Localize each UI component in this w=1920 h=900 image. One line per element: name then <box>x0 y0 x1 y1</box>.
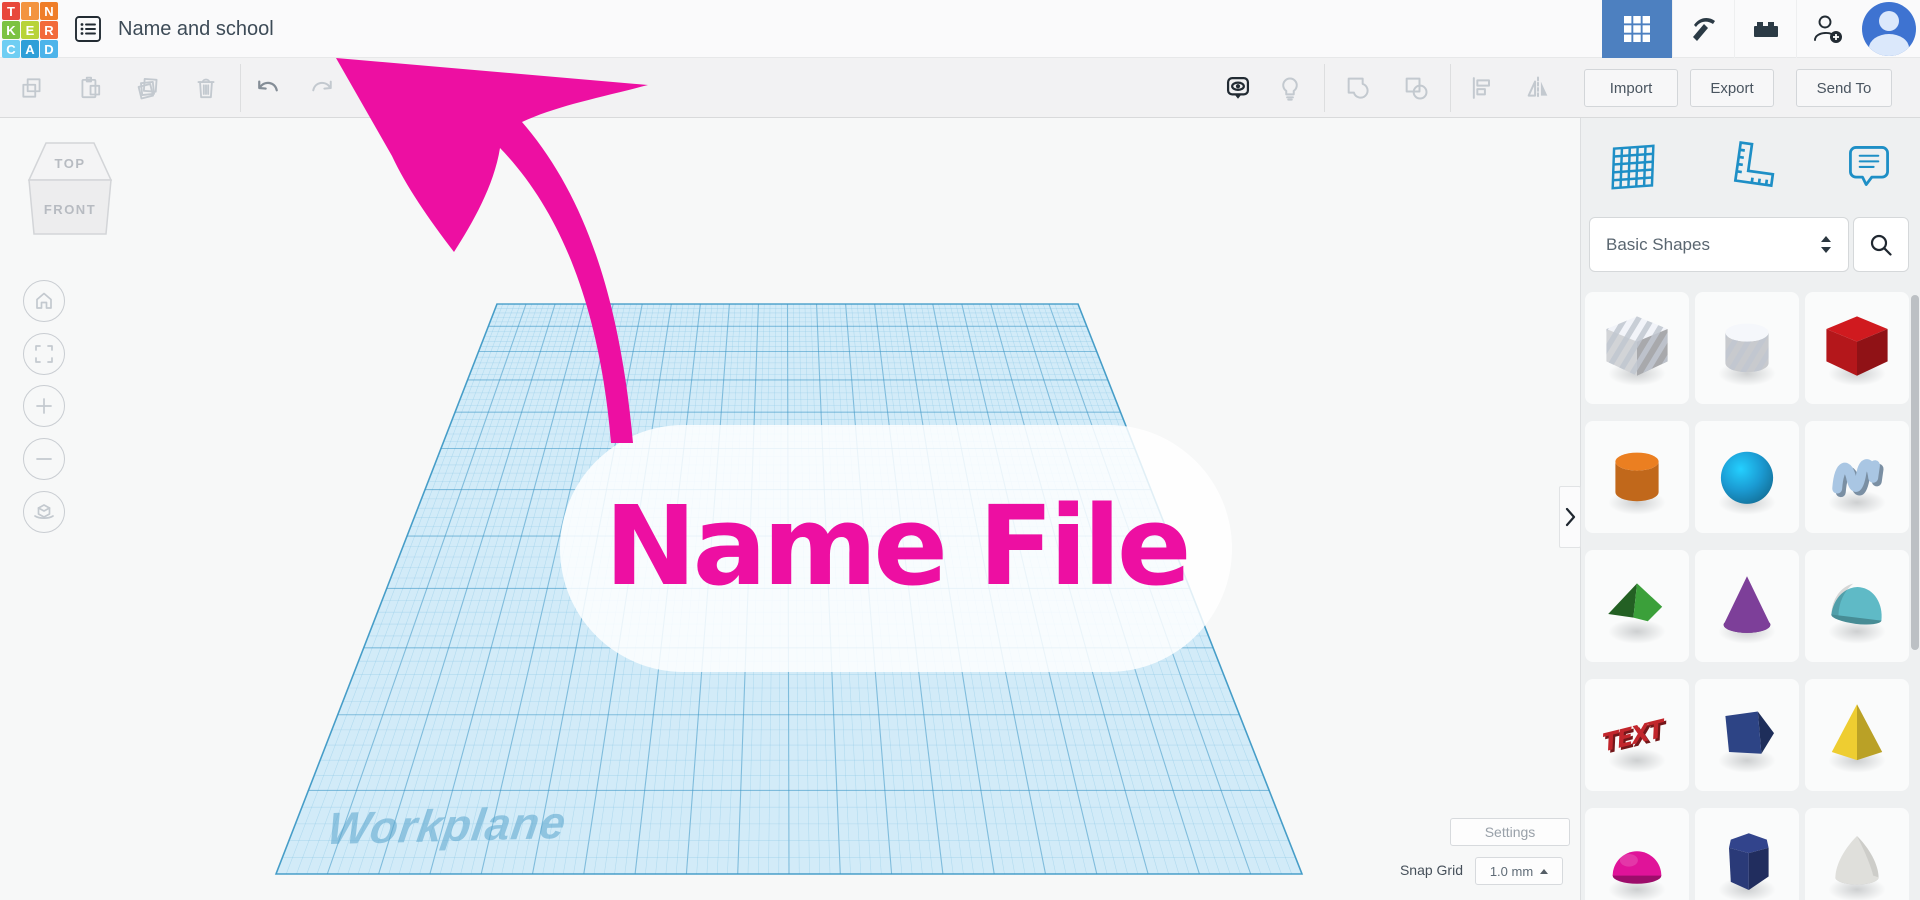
ruler-tool-icon <box>1722 137 1780 195</box>
paste-icon <box>77 75 103 101</box>
shape-tile-paraboloid[interactable] <box>1805 808 1909 900</box>
workplane-tool-button[interactable] <box>1603 136 1663 196</box>
workplane-label: Workplane <box>324 797 570 855</box>
logo-tile-R: R <box>40 21 58 39</box>
snap-grid-value: 1.0 mm <box>1490 864 1533 879</box>
ungroup-icon <box>1402 74 1430 102</box>
logo-tile-C: C <box>2 40 20 58</box>
invite-person-icon <box>1811 12 1845 46</box>
minecraft-button[interactable] <box>1672 0 1734 58</box>
design-properties-button[interactable] <box>72 13 104 45</box>
collapse-panel-button[interactable] <box>1559 486 1581 548</box>
edit-toolbar: Import Export Send To <box>0 58 1920 118</box>
toolbar-separator <box>240 64 241 112</box>
import-button[interactable]: Import <box>1584 69 1678 107</box>
search-icon <box>1868 232 1894 258</box>
shape-tile-cylinder[interactable] <box>1585 421 1689 533</box>
account-menu[interactable] <box>1858 0 1920 58</box>
ungroup-button[interactable] <box>1394 66 1438 110</box>
mirror-icon <box>1524 74 1552 102</box>
undo-button[interactable] <box>246 66 290 110</box>
group-button[interactable] <box>1336 66 1380 110</box>
header-bar: TIN KER CAD Name and school <box>0 0 1920 58</box>
search-shapes-button[interactable] <box>1853 217 1909 272</box>
toolbar-separator <box>1450 64 1451 112</box>
delete-icon <box>193 75 219 101</box>
toolbar-separator <box>1324 64 1325 112</box>
mirror-button[interactable] <box>1516 66 1560 110</box>
send-to-button[interactable]: Send To <box>1796 69 1892 107</box>
shape-category-value: Basic Shapes <box>1606 235 1820 255</box>
settings-button[interactable]: Settings <box>1450 818 1570 846</box>
caret-up-icon <box>1540 869 1548 874</box>
shape-tile-sphere[interactable] <box>1695 421 1799 533</box>
header-actions <box>1602 0 1920 58</box>
notes-visibility-icon <box>1224 74 1252 102</box>
design-title[interactable]: Name and school <box>118 0 274 58</box>
copy-button[interactable] <box>10 66 54 110</box>
shape-tile-pyramid[interactable] <box>1805 679 1909 791</box>
annotation-text: Name File <box>605 482 1188 616</box>
shape-tile-box[interactable] <box>1805 292 1909 404</box>
group-icon <box>1344 74 1372 102</box>
shape-tile-text[interactable]: TEXT TEXT <box>1585 679 1689 791</box>
shape-category-select[interactable]: Basic Shapes <box>1589 217 1849 272</box>
minecraft-pickaxe-icon <box>1688 13 1720 45</box>
shape-tile-polygon[interactable] <box>1695 808 1799 900</box>
apps-grid-button[interactable] <box>1602 0 1672 58</box>
brick-icon <box>1750 13 1782 45</box>
design-properties-icon <box>73 14 103 44</box>
logo-tile-K: K <box>2 21 20 39</box>
chevron-right-icon <box>1563 506 1577 528</box>
annotation-callout: Name File <box>560 425 1232 672</box>
copy-icon <box>19 75 45 101</box>
delete-button[interactable] <box>184 66 228 110</box>
shape-tile-box-hole[interactable] <box>1585 292 1689 404</box>
align-button[interactable] <box>1460 66 1504 110</box>
logo-tile-N: N <box>40 2 58 20</box>
brick-button[interactable] <box>1734 0 1796 58</box>
shape-gallery: TEXT TEXT <box>1585 292 1911 900</box>
show-notes-button[interactable] <box>1216 66 1260 110</box>
panel-scrollbar <box>1911 118 1919 900</box>
shape-tile-cylinder-hole[interactable] <box>1695 292 1799 404</box>
logo-tile-D: D <box>40 40 58 58</box>
shape-tile-cone[interactable] <box>1695 550 1799 662</box>
avatar <box>1862 2 1916 56</box>
workplane-tool-icon <box>1604 137 1662 195</box>
ruler-tool-button[interactable] <box>1721 136 1781 196</box>
apps-grid-icon <box>1622 14 1652 44</box>
shape-tile-roof[interactable] <box>1585 550 1689 662</box>
tinkercad-editor: TIN KER CAD Name and school <box>0 0 1920 900</box>
logo-tile-A: A <box>21 40 39 58</box>
notes-tool-icon <box>1843 140 1895 192</box>
undo-icon <box>254 74 282 102</box>
snap-grid-label: Snap Grid <box>1368 862 1463 878</box>
export-button[interactable]: Export <box>1690 69 1774 107</box>
redo-icon <box>308 74 336 102</box>
tips-lightbulb-icon <box>1276 74 1304 102</box>
logo-tile-T: T <box>2 2 20 20</box>
tips-button[interactable] <box>1268 66 1312 110</box>
paste-button[interactable] <box>68 66 112 110</box>
logo-tile-E: E <box>21 21 39 39</box>
scrollbar-thumb[interactable] <box>1911 295 1919 650</box>
logo-tile-I: I <box>21 2 39 20</box>
duplicate-icon <box>135 75 161 101</box>
shapes-panel: Basic Shapes T <box>1580 118 1920 900</box>
shape-tile-wedge[interactable] <box>1695 679 1799 791</box>
shape-tile-half-sphere[interactable] <box>1585 808 1689 900</box>
align-icon <box>1468 74 1496 102</box>
shape-tile-scribble[interactable] <box>1805 421 1909 533</box>
tinkercad-logo[interactable]: TIN KER CAD <box>2 2 60 58</box>
invite-button[interactable] <box>1796 0 1858 58</box>
redo-button[interactable] <box>300 66 344 110</box>
snap-grid-select[interactable]: 1.0 mm <box>1475 857 1563 885</box>
notes-tool-button[interactable] <box>1839 136 1899 196</box>
stepper-arrows-icon <box>1820 234 1832 256</box>
shape-tile-round-roof[interactable] <box>1805 550 1909 662</box>
duplicate-button[interactable] <box>126 66 170 110</box>
